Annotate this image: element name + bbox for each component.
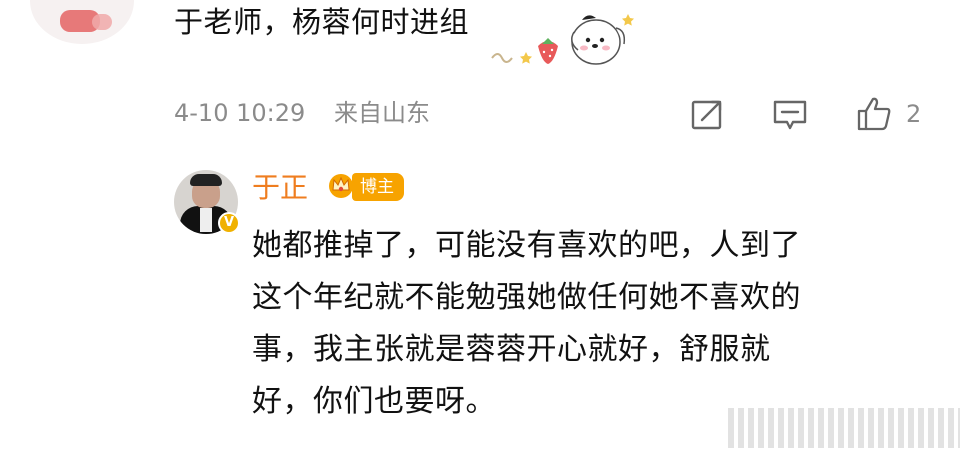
- comment-time: 4-10 10:29: [174, 99, 306, 127]
- like-icon[interactable]: [856, 96, 892, 132]
- commenter-avatar[interactable]: [30, 0, 134, 44]
- reply-line: 事，我主张就是蓉蓉开心就好，舒服就: [252, 332, 771, 367]
- comment-text: 于老师，杨蓉何时进组: [174, 5, 470, 39]
- comment-icon[interactable]: [772, 98, 808, 132]
- verified-icon: V: [218, 212, 240, 234]
- puppy-sticker: [491, 14, 634, 65]
- blogger-badge: 博主: [352, 173, 404, 201]
- like-count: 2: [906, 100, 922, 128]
- comment-location: 来自山东: [334, 99, 430, 127]
- reply-text: 她都推掉了，可能没有喜欢的吧，人到了 这个年纪就不能勉强她做任何她不喜欢的 事，…: [252, 220, 912, 428]
- share-icon[interactable]: [690, 98, 724, 132]
- reply-line: 她都推掉了，可能没有喜欢的吧，人到了: [252, 228, 801, 263]
- reply-line: 这个年纪就不能勉强她做任何她不喜欢的: [252, 280, 801, 315]
- watermark-strip: [728, 408, 960, 448]
- reply-username[interactable]: 于正: [252, 168, 308, 208]
